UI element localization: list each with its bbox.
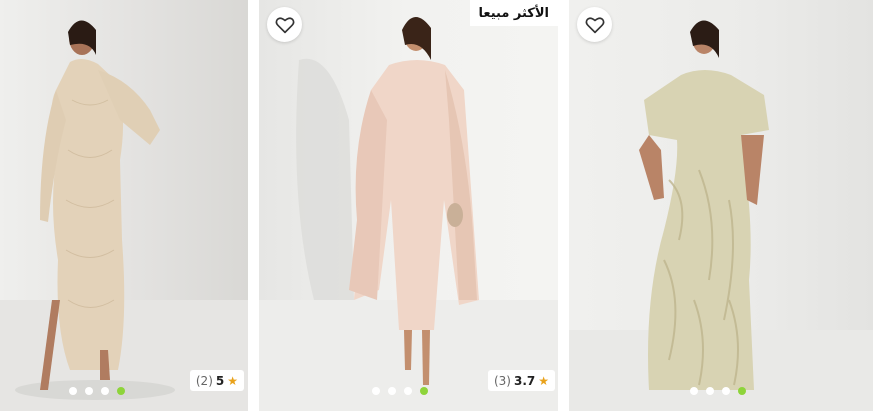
- wishlist-button[interactable]: [267, 7, 302, 42]
- carousel-dot[interactable]: [69, 387, 77, 395]
- carousel-dot[interactable]: [85, 387, 93, 395]
- model-photo: [569, 20, 873, 411]
- wishlist-button[interactable]: [577, 7, 612, 42]
- rating-badge: (3) 3.7 ★: [487, 370, 555, 391]
- carousel-dot[interactable]: [690, 387, 698, 395]
- carousel-dots: [690, 387, 746, 395]
- carousel-dot-active[interactable]: [420, 387, 428, 395]
- carousel-dot[interactable]: [388, 387, 396, 395]
- rating-score: 5: [215, 373, 225, 388]
- product-card-3[interactable]: [569, 0, 873, 411]
- model-photo: [0, 20, 248, 411]
- rating-count: (3): [493, 373, 511, 388]
- product-card-2[interactable]: الأكثر مبيعا (3) 3.7 ★: [259, 0, 558, 411]
- carousel-dots: [69, 387, 125, 395]
- carousel-dot[interactable]: [722, 387, 730, 395]
- carousel-dot[interactable]: [404, 387, 412, 395]
- product-image[interactable]: [0, 0, 248, 411]
- carousel-dots: [372, 387, 428, 395]
- product-image[interactable]: [259, 0, 558, 411]
- product-card-1[interactable]: (2) 5 ★: [0, 0, 248, 411]
- carousel-dot[interactable]: [372, 387, 380, 395]
- best-seller-badge: الأكثر مبيعا: [469, 0, 558, 26]
- rating-score: 3.7: [513, 373, 536, 388]
- heart-outline-icon: [275, 16, 294, 33]
- star-icon: ★: [538, 373, 549, 388]
- star-icon: ★: [227, 373, 238, 388]
- rating-count: (2): [195, 373, 213, 388]
- product-image[interactable]: [569, 0, 873, 411]
- carousel-dot-active[interactable]: [738, 387, 746, 395]
- rating-badge: (2) 5 ★: [189, 370, 244, 391]
- heart-outline-icon: [585, 16, 604, 33]
- carousel-dot-active[interactable]: [117, 387, 125, 395]
- carousel-dot[interactable]: [101, 387, 109, 395]
- model-photo: [259, 16, 558, 411]
- carousel-dot[interactable]: [706, 387, 714, 395]
